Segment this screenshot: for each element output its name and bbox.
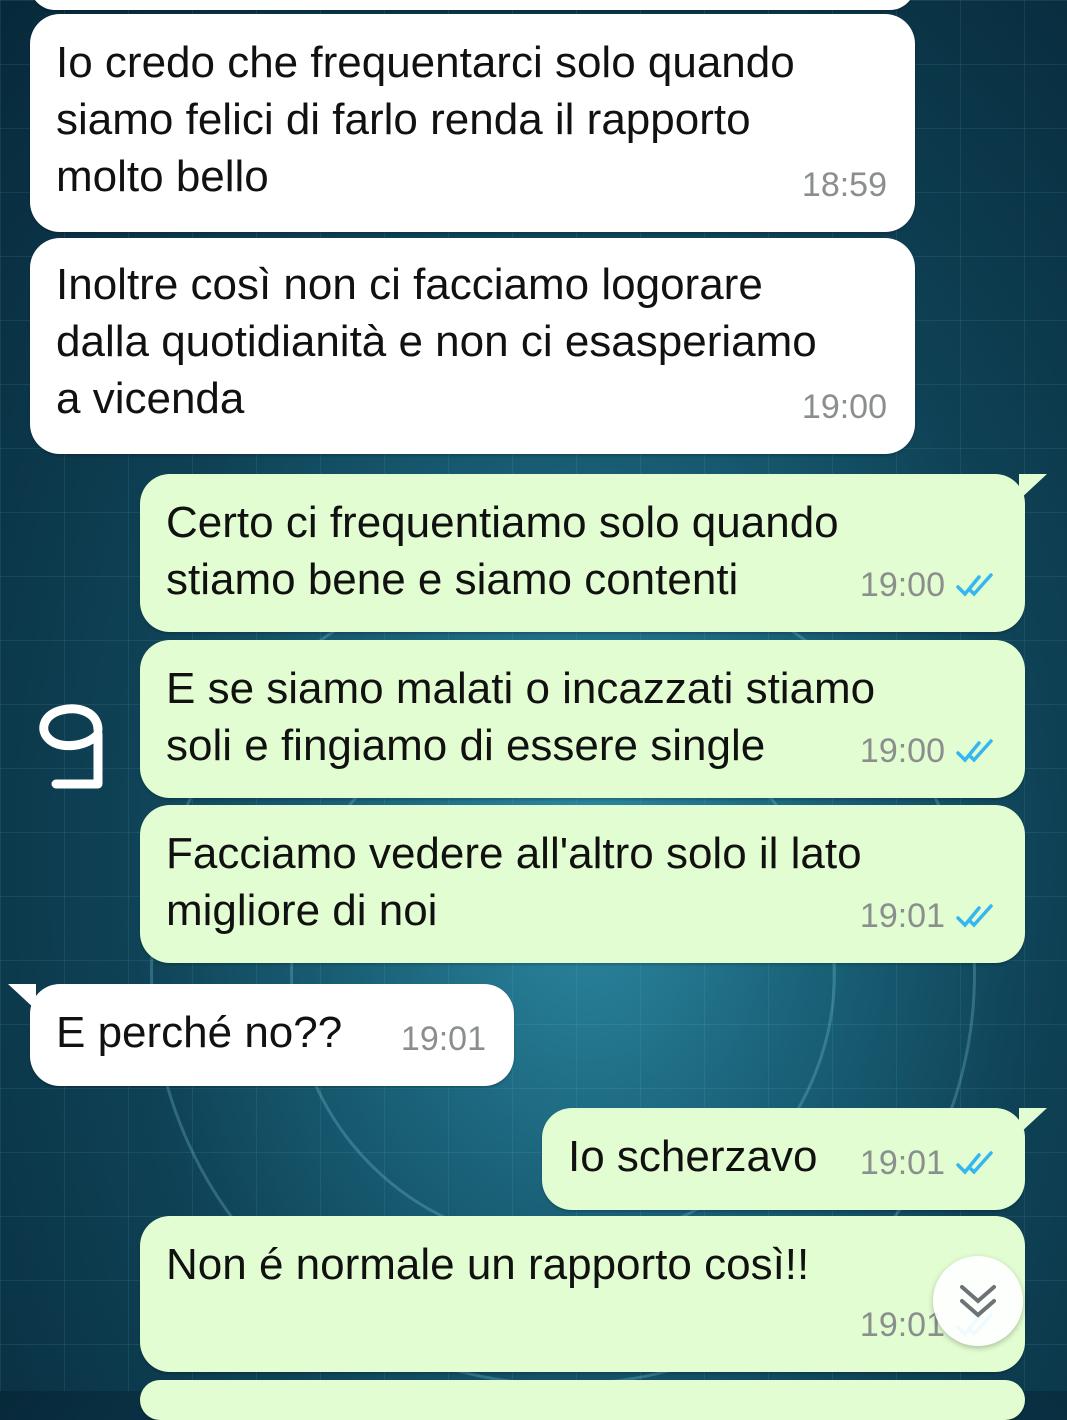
previous-message-bubble[interactable] bbox=[30, 0, 915, 10]
message-time: 19:00 bbox=[859, 732, 945, 770]
message-text: E se siamo malati o incazzati stiamo sol… bbox=[166, 664, 876, 770]
message-bubble-outgoing[interactable]: E se siamo malati o incazzati stiamo sol… bbox=[140, 640, 1025, 798]
message-bubble-outgoing[interactable]: Certo ci frequentiamo solo quando stiamo… bbox=[140, 474, 1047, 632]
message-bubble-incoming[interactable]: E perché no?? 19:01 bbox=[8, 984, 514, 1086]
message-meta: 19:01 bbox=[860, 888, 999, 945]
message-bubble-outgoing[interactable]: Io scherzavo 19:01 bbox=[542, 1108, 1047, 1210]
message-text: Non é normale un rapporto così!! bbox=[166, 1240, 810, 1289]
message-time: 19:00 bbox=[859, 566, 945, 604]
double-check-icon bbox=[956, 738, 993, 763]
handwritten-glyph bbox=[39, 704, 103, 789]
message-meta: 19:00 bbox=[860, 723, 999, 780]
message-text: Inoltre così non ci facciamo logorare da… bbox=[56, 260, 817, 423]
chevron-double-down-icon bbox=[960, 1285, 996, 1318]
bubble-tail bbox=[1019, 1108, 1047, 1134]
message-text: Io scherzavo bbox=[568, 1132, 818, 1181]
message-meta: 19:01 bbox=[401, 1011, 486, 1068]
next-message-bubble[interactable] bbox=[140, 1380, 1025, 1420]
double-check-icon bbox=[956, 1150, 993, 1175]
message-meta: 19:00 bbox=[802, 379, 887, 436]
message-bubble-outgoing[interactable]: Facciamo vedere all'altro solo il lato m… bbox=[140, 805, 1025, 963]
message-time: 19:01 bbox=[400, 1020, 486, 1058]
scroll-to-bottom-button[interactable] bbox=[933, 1256, 1023, 1346]
message-bubble-outgoing[interactable]: Non é normale un rapporto così!! 19:01 bbox=[140, 1216, 1025, 1372]
bubble-tail bbox=[8, 984, 36, 1010]
message-text: Facciamo vedere all'altro solo il lato m… bbox=[166, 829, 862, 935]
message-bubble-incoming[interactable]: Inoltre così non ci facciamo logorare da… bbox=[30, 238, 915, 454]
message-time: 19:00 bbox=[801, 388, 887, 426]
message-time: 19:01 bbox=[859, 1144, 945, 1182]
double-check-icon bbox=[956, 903, 993, 928]
message-text: Certo ci frequentiamo solo quando stiamo… bbox=[166, 498, 839, 604]
message-meta: 18:59 bbox=[802, 157, 887, 214]
message-text: E perché no?? bbox=[56, 1008, 343, 1057]
message-meta: 19:00 bbox=[860, 557, 999, 614]
double-check-icon bbox=[956, 572, 993, 597]
message-bubble-incoming[interactable]: Io credo che frequentarci solo quando si… bbox=[30, 14, 915, 232]
message-text: Io credo che frequentarci solo quando si… bbox=[56, 38, 795, 201]
message-meta: 19:01 bbox=[860, 1135, 999, 1192]
message-time: 19:01 bbox=[859, 897, 945, 935]
message-time: 18:59 bbox=[801, 166, 887, 204]
bubble-tail bbox=[1019, 474, 1047, 500]
